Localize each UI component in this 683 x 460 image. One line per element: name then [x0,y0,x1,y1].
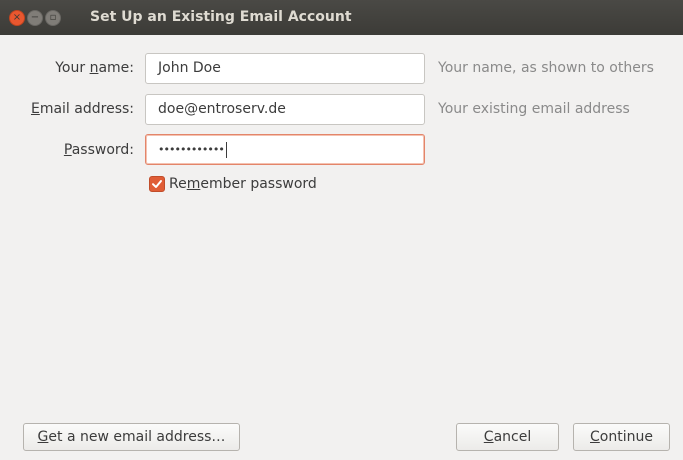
get-new-email-button[interactable]: Get a new email address… [23,423,240,451]
continue-button[interactable]: Continue [573,423,670,451]
email-hint: Your existing email address [438,101,630,117]
text-cursor [225,142,227,158]
name-label: Your name: [55,60,134,76]
password-field[interactable]: •••••••••••• [145,134,425,165]
password-label: Password: [63,142,134,158]
remember-password-label: Remember password [169,176,317,192]
maximize-icon[interactable]: ▫ [45,10,61,26]
close-icon[interactable]: × [9,10,25,26]
checkmark-icon [152,180,162,188]
account-setup-window: × − ▫ Set Up an Existing Email Account Y… [0,0,683,460]
window-title: Set Up an Existing Email Account [90,9,352,25]
remember-password-checkbox[interactable] [149,176,165,192]
title-bar[interactable]: × − ▫ Set Up an Existing Email Account [0,0,683,35]
remember-password-row[interactable]: Remember password [149,176,317,192]
minimize-icon[interactable]: − [27,10,43,26]
email-label: Email address: [30,101,134,117]
password-value: •••••••••••• [158,143,225,156]
name-hint: Your name, as shown to others [438,60,654,76]
cancel-button[interactable]: Cancel [456,423,559,451]
name-field[interactable]: John Doe [145,53,425,84]
email-field[interactable]: doe@entroserv.de [145,94,425,125]
